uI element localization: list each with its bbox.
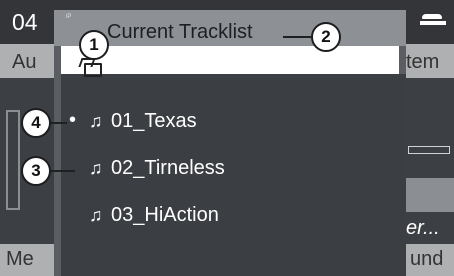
music-note-icon: ♫ bbox=[89, 205, 103, 225]
folder-up-row[interactable] bbox=[61, 46, 399, 74]
bottom-right-label[interactable]: und bbox=[410, 248, 443, 271]
bottom-left-label[interactable]: Me bbox=[6, 248, 34, 271]
callout-4-line bbox=[49, 122, 67, 124]
callout-2: 2 bbox=[311, 22, 341, 52]
source-mark: iP bbox=[66, 14, 72, 20]
callout-2-line bbox=[283, 36, 311, 38]
right-menu-item[interactable]: tem bbox=[406, 44, 454, 78]
left-panel-box bbox=[6, 110, 20, 210]
folder-up-icon-body bbox=[84, 63, 102, 77]
clock-partial: 04 bbox=[12, 9, 38, 35]
right-progress-bar bbox=[408, 146, 450, 154]
music-note-icon: ♫ bbox=[89, 111, 103, 131]
right-menu-label: tem bbox=[406, 51, 440, 73]
callout-3: 3 bbox=[21, 156, 51, 186]
track-label: 03_HiAction bbox=[111, 204, 219, 226]
callout-1: 1 bbox=[79, 30, 109, 60]
overlay-title: Current Tracklist bbox=[107, 21, 253, 43]
callout-3-line bbox=[49, 170, 75, 172]
left-menu-item[interactable]: Au bbox=[0, 44, 54, 78]
right-bottom-label: er... bbox=[406, 217, 440, 239]
track-label: 01_Texas bbox=[111, 110, 197, 132]
right-bottom-item[interactable]: er... bbox=[406, 214, 454, 244]
current-track-bullet: • bbox=[69, 109, 77, 131]
callout-4: 4 bbox=[21, 108, 51, 138]
track-label: 02_Tirneless bbox=[111, 157, 225, 179]
left-menu-label: Au bbox=[12, 51, 37, 73]
right-highlight-item[interactable] bbox=[406, 178, 454, 212]
phone-icon bbox=[420, 12, 446, 26]
music-note-icon: ♫ bbox=[89, 158, 103, 178]
